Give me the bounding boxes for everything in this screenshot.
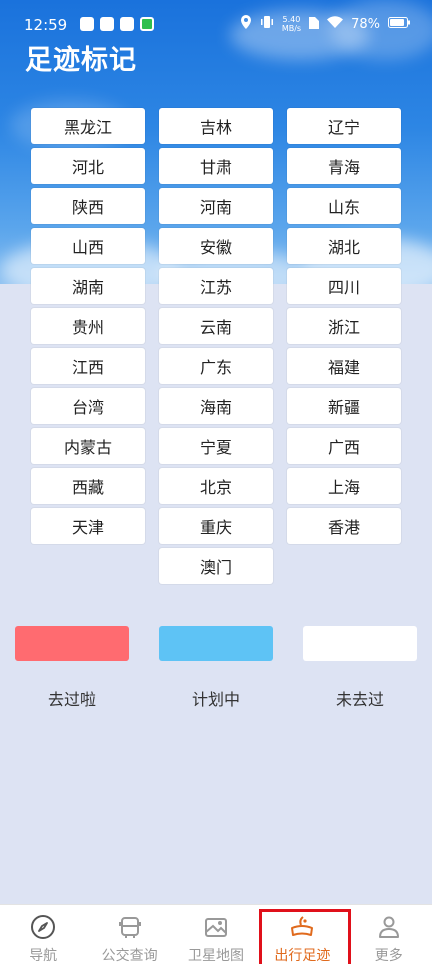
tab-satellite-map[interactable]: 卫星地图 — [173, 905, 259, 964]
location-icon — [240, 15, 252, 33]
province-button[interactable]: 台湾 — [31, 388, 145, 424]
bus-icon — [116, 913, 144, 941]
user-icon — [375, 913, 403, 941]
province-button[interactable]: 宁夏 — [159, 428, 273, 464]
province-button[interactable]: 湖北 — [287, 228, 401, 264]
battery-text: 78% — [351, 16, 380, 32]
province-button[interactable]: 内蒙古 — [31, 428, 145, 464]
province-button[interactable]: 山西 — [31, 228, 145, 264]
province-grid: 黑龙江 吉林 辽宁 河北 甘肃 青海 陕西 河南 山东 山西 安徽 湖北 湖南 江苏 四川 贵州 云南 浙江 江西广… — [31, 108, 401, 584]
province-button[interactable]: 河南 — [159, 188, 273, 224]
app-notification-icon — [140, 17, 154, 31]
legend-label-unvisited: 未去过 — [335, 690, 384, 709]
net-speed: 5.40 MB/s — [281, 15, 302, 33]
battery-icon — [388, 16, 410, 32]
province-button[interactable]: 安徽 — [159, 228, 273, 264]
province-button[interactable]: 江西 — [31, 348, 145, 384]
province-button[interactable]: 福建 — [287, 348, 401, 384]
province-button[interactable]: 天津 — [31, 508, 145, 544]
province-button[interactable]: 香港 — [287, 508, 401, 544]
page-title: 足迹标记 — [25, 45, 137, 76]
province-button[interactable]: 广西 — [287, 428, 401, 464]
sim-icon — [309, 15, 320, 33]
legend-swatch-visited — [15, 626, 129, 661]
app-notification-icon — [80, 17, 94, 31]
legend-swatch-planned — [159, 626, 273, 661]
legend-label-visited: 去过啦 — [47, 690, 96, 709]
province-button[interactable]: 北京 — [159, 468, 273, 504]
province-button[interactable]: 陕西 — [31, 188, 145, 224]
map-icon — [202, 913, 230, 941]
app-notification-icon — [100, 17, 114, 31]
province-button[interactable]: 新疆 — [287, 388, 401, 424]
province-button[interactable]: 山东 — [287, 188, 401, 224]
bottom-tab-bar: 导航 公交查询 卫星地图 出行足迹 更多 — [0, 904, 432, 964]
province-button[interactable]: 吉林 — [159, 108, 273, 144]
province-button[interactable]: 上海 — [287, 468, 401, 504]
province-button[interactable]: 澳门 — [159, 548, 273, 584]
wifi-icon — [327, 16, 344, 32]
mail-icon — [120, 17, 134, 31]
tab-bus-query[interactable]: 公交查询 — [86, 905, 172, 964]
vibrate-icon — [260, 15, 274, 33]
province-button[interactable]: 浙江 — [287, 308, 401, 344]
legend-label-planned: 计划中 — [191, 690, 240, 709]
footprint-icon — [288, 913, 316, 941]
province-button[interactable]: 甘肃 — [159, 148, 273, 184]
province-button[interactable]: 四川 — [287, 268, 401, 304]
province-button[interactable]: 西藏 — [31, 468, 145, 504]
province-button[interactable]: 贵州 — [31, 308, 145, 344]
tab-more[interactable]: 更多 — [346, 905, 432, 964]
province-button[interactable]: 海南 — [159, 388, 273, 424]
legend-swatch-unvisited — [303, 626, 417, 661]
province-button[interactable]: 河北 — [31, 148, 145, 184]
province-button[interactable]: 湖南 — [31, 268, 145, 304]
notification-icons — [80, 17, 154, 31]
province-button[interactable]: 辽宁 — [287, 108, 401, 144]
province-button[interactable]: 青海 — [287, 148, 401, 184]
compass-icon — [29, 913, 57, 941]
province-button[interactable]: 重庆 — [159, 508, 273, 544]
tab-navigation[interactable]: 导航 — [0, 905, 86, 964]
status-time: 12:59 — [24, 16, 68, 34]
legend: 去过啦 计划中 未去过 — [0, 626, 432, 736]
tab-travel-footprint[interactable]: 出行足迹 — [259, 905, 352, 964]
status-right: 5.40 MB/s 78% — [240, 15, 410, 33]
province-button[interactable]: 广东 — [159, 348, 273, 384]
province-button[interactable]: 云南 — [159, 308, 273, 344]
province-button[interactable]: 江苏 — [159, 268, 273, 304]
province-button[interactable]: 黑龙江 — [31, 108, 145, 144]
